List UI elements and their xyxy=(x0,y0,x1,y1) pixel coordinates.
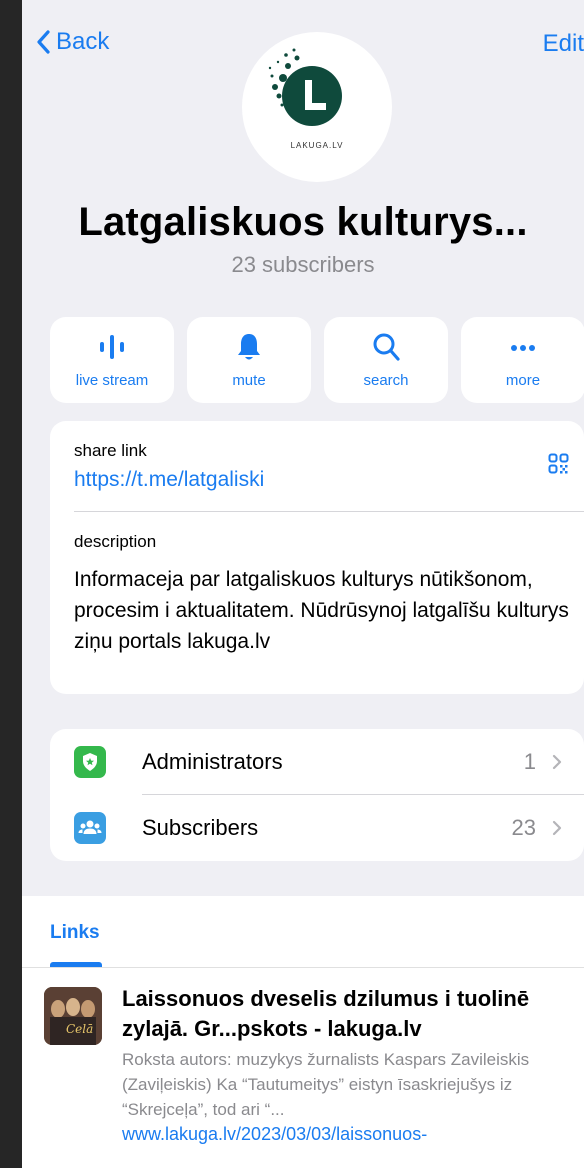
link-thumbnail: Celā xyxy=(44,987,102,1045)
subscribers-label: Subscribers xyxy=(142,815,259,840)
row-icon-subscribers xyxy=(74,812,106,844)
subscriber-count: 23 subscribers xyxy=(231,252,375,277)
row-icon-administrators xyxy=(74,746,106,778)
chevron-right-icon xyxy=(552,754,562,770)
lakuga-logo xyxy=(268,48,342,126)
channel-title: Latgaliskuos kulturys... xyxy=(78,200,528,244)
mute-button[interactable]: mute xyxy=(187,317,311,403)
media-tabs: Links xyxy=(22,896,584,968)
logo-text: LAKUGA.LV xyxy=(290,141,344,150)
bell-icon xyxy=(238,334,260,360)
search-button[interactable]: search xyxy=(324,317,448,403)
action-buttons: live stream mute search more xyxy=(50,317,584,403)
subscribers-count: 23 xyxy=(511,815,536,840)
share-link[interactable]: https://t.me/latgaliski xyxy=(74,468,264,492)
administrators-row[interactable]: Administrators 1 xyxy=(50,729,584,795)
chevron-right-icon xyxy=(552,820,562,836)
share-link-caption: share link xyxy=(74,441,147,460)
live-stream-label: live stream xyxy=(75,372,149,389)
description-caption: description xyxy=(74,532,157,551)
administrators-count: 1 xyxy=(523,749,536,774)
members-list: Administrators 1 Subscribers 23 xyxy=(50,729,584,861)
shared-links-section: Links Celā Laissonuos dveselis dzilumus … xyxy=(22,896,584,1168)
tab-links[interactable]: Links xyxy=(50,922,100,944)
qr-code-button[interactable] xyxy=(548,451,570,482)
thumbnail-image: Celā xyxy=(44,987,102,1045)
active-tab-indicator xyxy=(50,962,102,967)
back-label: Back xyxy=(56,28,110,55)
back-button[interactable]: Back xyxy=(36,28,109,56)
link-url[interactable]: www.lakuga.lv/2023/03/03/laissonuos- xyxy=(122,1124,427,1145)
chevron-left-icon xyxy=(37,30,50,54)
mute-label: mute xyxy=(232,372,266,389)
more-button[interactable]: more xyxy=(461,317,584,403)
people-icon xyxy=(78,820,102,834)
live-stream-button[interactable]: live stream xyxy=(50,317,174,403)
channel-description: Informaceja par latgaliskuos kulturys nū… xyxy=(74,568,569,653)
search-icon xyxy=(373,333,400,361)
channel-avatar[interactable]: LAKUGA.LV xyxy=(242,32,392,182)
qr-code-icon xyxy=(548,453,569,474)
edit-button[interactable]: Edit xyxy=(543,30,584,58)
administrators-label: Administrators xyxy=(142,749,283,774)
channel-info-card: share link https://t.me/latgaliski descr… xyxy=(50,421,584,694)
shield-star-icon xyxy=(83,753,97,771)
more-label: more xyxy=(505,372,541,389)
subscribers-row[interactable]: Subscribers 23 xyxy=(50,795,584,861)
channel-info-screen: Back Edit LAKUGA.LV Latgaliskuos kultury… xyxy=(22,0,584,1168)
link-title: Laissonuos dveselis dzilumus i tuolinē z… xyxy=(122,986,530,1041)
link-description: Roksta autors: muzykys žurnalists Kaspar… xyxy=(122,1050,530,1119)
svg-text:Celā: Celā xyxy=(66,1022,93,1036)
info-divider xyxy=(74,511,584,512)
live-stream-icon xyxy=(100,335,124,359)
search-label: search xyxy=(363,372,409,389)
more-icon xyxy=(511,345,535,351)
